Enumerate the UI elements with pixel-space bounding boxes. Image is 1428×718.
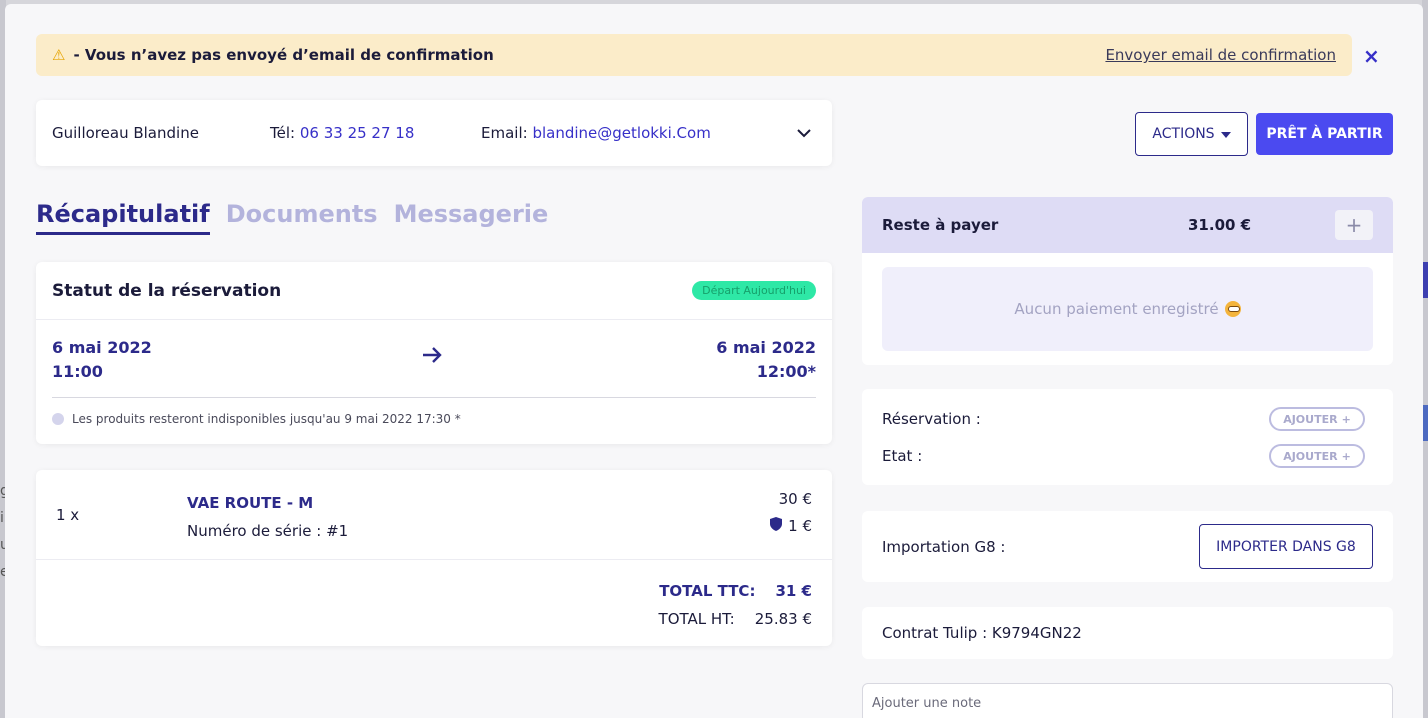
phone-label: Tél: [270,124,296,142]
reservation-label: Réservation : [882,410,981,428]
total-ttc: TOTAL TTC: 31 € [659,582,812,600]
remaining-amount: 31.00 € [1188,216,1252,234]
total-ht: TOTAL HT: 25.83 € [659,610,812,628]
total-ht-label: TOTAL HT: [658,610,735,628]
reservation-status-card: Statut de la réservation Départ Aujourd'… [36,262,832,444]
caret-down-icon [1220,126,1231,142]
totals: TOTAL TTC: 31 € TOTAL HT: 25.83 € [36,560,832,646]
close-icon[interactable]: × [1363,44,1380,68]
actions-button[interactable]: ACTIONS [1135,112,1248,156]
unavailability-note: Les produits resteront indisponibles jus… [36,398,832,426]
reservation-dates: 6 mai 2022 11:00 6 mai 2022 12:00* [36,320,832,398]
customer-email: Email: blandine@getlokki.Com [481,124,792,142]
etat-row: Etat : AJOUTER + [882,444,1365,468]
product-serial: Numéro de série : #1 [187,522,349,540]
unavailability-text: Les produits resteront indisponibles jus… [72,412,461,426]
etat-label: Etat : [882,447,923,465]
product-card: 1 x VAE ROUTE - M Numéro de série : #1 3… [36,470,832,646]
add-etat-button[interactable]: AJOUTER + [1269,444,1365,468]
end-date: 6 mai 2022 [716,338,816,357]
status-title: Statut de la réservation [52,280,282,301]
warning-icon: ⚠ [52,46,66,64]
start-date: 6 mai 2022 [52,338,152,357]
add-reservation-button[interactable]: AJOUTER + [1269,407,1365,431]
no-payment-placeholder: Aucun paiement enregistré [882,267,1373,351]
tab-summary[interactable]: Récapitulatif [36,200,210,235]
email-value[interactable]: blandine@getlokki.Com [532,124,710,142]
warning-text: - Vous n’avez pas envoyé d’email de conf… [73,46,494,64]
total-ttc-label: TOTAL TTC: [659,582,756,600]
email-label: Email: [481,124,528,142]
product-price: 30 € [778,490,812,508]
send-confirmation-link[interactable]: Envoyer email de confirmation [1105,46,1336,64]
tulip-contract-card: Contrat Tulip : K9794GN22 [862,607,1393,659]
remaining-label: Reste à payer [882,216,999,234]
status-header: Statut de la réservation Départ Aujourd'… [36,262,832,320]
product-name[interactable]: VAE ROUTE - M [187,494,313,512]
shield-icon [770,517,783,535]
tabs: Récapitulatif Documents Messagerie [36,200,548,235]
customer-phone: Tél: 06 33 25 27 18 [270,124,481,142]
end-datetime: 6 mai 2022 12:00* [716,336,816,384]
start-time: 11:00 [52,362,103,381]
divider [52,397,816,398]
total-ht-value: 25.83 € [754,610,812,628]
end-time: 12:00* [756,362,816,381]
grimace-emoji-icon [1224,301,1241,317]
warning-banner: ⚠ - Vous n’avez pas envoyé d’email de co… [36,34,1352,76]
product-quantity: 1 x [56,506,80,524]
insurance-price: 1 € [788,517,812,535]
import-g8-button[interactable]: IMPORTER DANS G8 [1199,524,1373,569]
add-payment-button[interactable]: + [1335,210,1373,240]
g8-import-card: Importation G8 : IMPORTER DANS G8 [862,511,1393,582]
plus-icon: + [1341,449,1351,463]
no-payment-text: Aucun paiement enregistré [1014,300,1219,318]
customer-name: Guilloreau Blandine [52,124,199,142]
g8-label: Importation G8 : [882,537,1006,556]
payment-header: Reste à payer 31.00 € + [862,197,1393,253]
clock-icon [52,413,64,425]
chevron-down-icon[interactable] [792,124,816,142]
tab-documents[interactable]: Documents [226,200,378,235]
add-label: AJOUTER [1283,449,1338,463]
phone-value[interactable]: 06 33 25 27 18 [300,124,415,142]
customer-card: Guilloreau Blandine Tél: 06 33 25 27 18 … [36,100,832,166]
total-ttc-value: 31 € [775,582,812,600]
note-input[interactable] [862,683,1393,718]
payment-card: Reste à payer 31.00 € + Aucun paiement e… [862,197,1393,365]
tab-messages[interactable]: Messagerie [394,200,549,235]
plus-icon: + [1341,412,1351,426]
ready-to-go-button[interactable]: PRÊT À PARTIR [1256,113,1393,155]
status-badge: Départ Aujourd'hui [692,281,816,300]
reservation-row: Réservation : AJOUTER + [882,407,1365,431]
product-row: 1 x VAE ROUTE - M Numéro de série : #1 3… [36,470,832,560]
reservation-modal: ⚠ - Vous n’avez pas envoyé d’email de co… [5,4,1423,718]
start-datetime: 6 mai 2022 11:00 [52,336,152,384]
arrow-right-icon [422,344,442,369]
actions-label: ACTIONS [1152,126,1215,142]
tulip-contract-text: Contrat Tulip : K9794GN22 [882,624,1082,642]
reservation-tags-card: Réservation : AJOUTER + Etat : AJOUTER + [862,389,1393,485]
product-insurance: 1 € [770,517,812,535]
add-label: AJOUTER [1283,412,1338,426]
